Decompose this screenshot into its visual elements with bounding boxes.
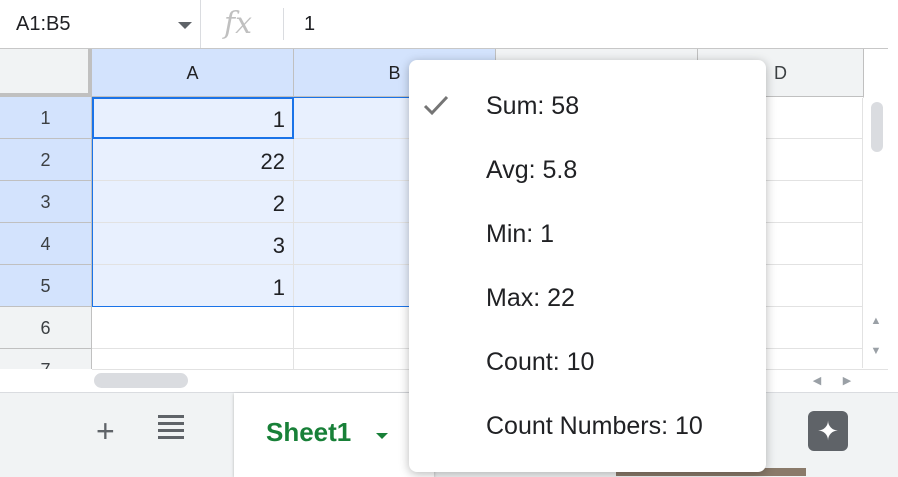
chevron-down-icon[interactable] — [178, 22, 192, 29]
cell-a3[interactable]: 2 — [92, 181, 294, 223]
menu-item-count-numbers[interactable]: Count Numbers: 10 — [409, 394, 766, 458]
check-icon — [423, 95, 449, 116]
row-header-7[interactable]: 7 — [0, 349, 92, 369]
sheet-tab-label: Sheet1 — [266, 417, 352, 447]
menu-item-label: Count Numbers: 10 — [486, 412, 703, 440]
formula-input[interactable]: 1 — [304, 13, 315, 36]
menu-item-sum[interactable]: Sum: 58 — [409, 74, 766, 138]
menu-item-label: Avg: 5.8 — [486, 156, 578, 184]
row-header-5[interactable]: 5 — [0, 265, 92, 307]
cell-a4[interactable]: 3 — [92, 223, 294, 265]
fx-icon: fx — [224, 6, 253, 41]
scroll-left-icon[interactable]: ◀ — [806, 370, 828, 392]
formula-bar: A1:B5 fx 1 — [0, 0, 888, 49]
cell-a1[interactable]: 1 — [92, 97, 294, 139]
cell-a6[interactable] — [92, 307, 294, 349]
row-header-1[interactable]: 1 — [0, 97, 92, 139]
menu-item-label: Count: 10 — [486, 348, 595, 376]
scroll-up-icon[interactable]: ▲ — [863, 308, 889, 334]
menu-item-max[interactable]: Max: 22 — [409, 266, 766, 330]
tab-sheet1[interactable]: Sheet1 — [234, 393, 434, 477]
menu-item-avg[interactable]: Avg: 5.8 — [409, 138, 766, 202]
menu-item-min[interactable]: Min: 1 — [409, 202, 766, 266]
select-all-corner[interactable] — [0, 49, 92, 97]
name-box[interactable]: A1:B5 — [0, 0, 201, 48]
summary-menu: Sum: 58 Avg: 5.8 Min: 1 Max: 22 Count: 1… — [409, 60, 766, 472]
scroll-down-icon[interactable]: ▼ — [863, 338, 889, 364]
add-sheet-icon[interactable]: + — [96, 411, 115, 451]
menu-item-label: Min: 1 — [486, 220, 555, 248]
sparkle-icon[interactable]: ✦ — [808, 411, 848, 451]
cell-a7[interactable] — [92, 349, 294, 369]
cell-a2[interactable]: 22 — [92, 139, 294, 181]
column-header-a[interactable]: A — [92, 49, 294, 97]
row-header-4[interactable]: 4 — [0, 223, 92, 265]
all-sheets-menu-icon[interactable] — [158, 415, 184, 443]
row-header-6[interactable]: 6 — [0, 307, 92, 349]
chevron-down-icon[interactable] — [376, 433, 388, 439]
menu-item-label: Sum: 58 — [486, 92, 580, 120]
vertical-scroll-thumb[interactable] — [871, 102, 883, 152]
scroll-right-icon[interactable]: ▶ — [836, 370, 858, 392]
formula-divider — [283, 8, 284, 40]
row-header-3[interactable]: 3 — [0, 181, 92, 223]
row-header-2[interactable]: 2 — [0, 139, 92, 181]
menu-item-label: Max: 22 — [486, 284, 575, 312]
cell-a5[interactable]: 1 — [92, 265, 294, 307]
vertical-scrollbar[interactable]: ▲ ▼ — [862, 98, 889, 368]
horizontal-scroll-thumb[interactable] — [94, 373, 188, 388]
name-box-value: A1:B5 — [16, 13, 71, 35]
menu-item-count[interactable]: Count: 10 — [409, 330, 766, 394]
